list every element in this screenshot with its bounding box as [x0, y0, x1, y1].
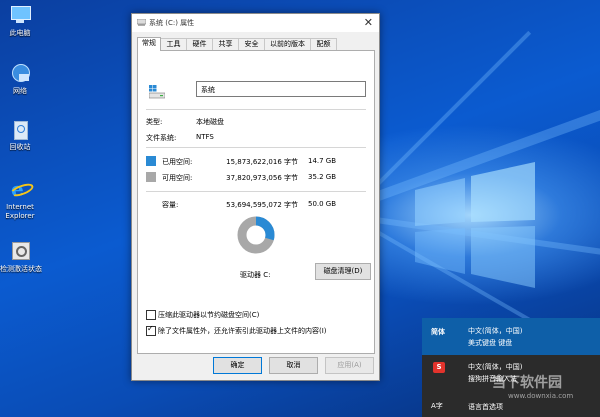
used-space-bytes: 15,873,622,016 字节 — [226, 158, 298, 166]
computer-icon — [9, 4, 31, 26]
capacity-bytes: 53,694,595,072 字节 — [226, 201, 298, 209]
divider — [146, 147, 366, 148]
desktop-icon-this-pc[interactable]: 此电脑 — [0, 4, 40, 38]
divider — [146, 109, 366, 110]
free-space-swatch — [146, 172, 156, 182]
tab-quota[interactable]: 配额 — [310, 38, 337, 50]
drive-icon — [137, 19, 146, 26]
cancel-button[interactable]: 取消 — [269, 357, 318, 374]
used-space-swatch — [146, 156, 156, 166]
windows-drive-icon — [149, 85, 165, 99]
tab-general[interactable]: 常规 — [137, 37, 161, 51]
desktop-icon-ie[interactable]: e Internet Explorer — [0, 178, 40, 221]
tab-security[interactable]: 安全 — [238, 38, 265, 50]
title-bar[interactable]: 系统 (C:) 属性 ✕ — [132, 14, 379, 32]
type-label: 类型: — [146, 118, 163, 126]
tab-previous-versions[interactable]: 以前的版本 — [264, 38, 311, 50]
input-method-popup: 简体 中文(简体，中国) 美式键盘 键盘 S 中文(简体，中国) 搜狗拼音输入法… — [422, 318, 600, 417]
disk-usage-donut — [237, 216, 275, 254]
index-label: 除了文件属性外，还允许索引此驱动器上文件的内容(I) — [158, 327, 327, 335]
windows-logo — [415, 162, 535, 288]
checkmark-icon: ✓ — [147, 324, 154, 333]
free-space-bytes: 37,820,973,056 字节 — [226, 174, 298, 182]
tab-tools[interactable]: 工具 — [160, 38, 187, 50]
free-space-label: 可用空间: — [162, 174, 193, 182]
close-icon[interactable]: ✕ — [364, 16, 373, 29]
network-icon — [9, 62, 31, 84]
tab-hardware[interactable]: 硬件 — [186, 38, 213, 50]
sogou-icon: S — [433, 362, 445, 373]
desktop-icon-recycle-bin[interactable]: 回收站 — [0, 118, 40, 152]
watermark: 当下软件园 www.downxia.com — [492, 375, 574, 400]
drive-name-input[interactable]: 系统 — [196, 81, 366, 97]
disk-cleanup-button[interactable]: 磁盘清理(D) — [315, 263, 371, 280]
capacity-size: 50.0 GB — [308, 200, 337, 208]
filesystem-value: NTFS — [196, 133, 214, 141]
activation-icon — [9, 240, 31, 262]
used-space-label: 已用空间: — [162, 158, 193, 166]
recycle-bin-icon — [9, 118, 31, 140]
tab-sharing[interactable]: 共享 — [212, 38, 239, 50]
desktop-icon-network[interactable]: 网络 — [0, 62, 40, 96]
drive-properties-window: 系统 (C:) 属性 ✕ 常规 工具 硬件 共享 安全 以前的版本 配额 系统 … — [131, 13, 380, 381]
index-checkbox[interactable]: ✓ — [146, 324, 156, 336]
used-space-size: 14.7 GB — [308, 157, 337, 165]
general-tab-panel: 系统 类型: 本地磁盘 文件系统: NTFS 已用空间: 15,873,622,… — [137, 50, 375, 354]
desktop-icon-activation[interactable]: 检测激活状态 — [0, 240, 42, 274]
ime-item-us-keyboard[interactable]: 简体 中文(简体，中国) 美式键盘 键盘 — [422, 318, 600, 355]
divider — [146, 191, 366, 192]
type-value: 本地磁盘 — [196, 118, 224, 126]
free-space-size: 35.2 GB — [308, 173, 337, 181]
drive-letter-label: 驱动器 C: — [240, 271, 271, 279]
ok-button[interactable]: 确定 — [213, 357, 262, 374]
apply-button[interactable]: 应用(A) — [325, 357, 374, 374]
filesystem-label: 文件系统: — [146, 134, 177, 142]
ie-icon: e — [9, 178, 35, 200]
language-icon: A字 — [431, 402, 443, 410]
compress-checkbox[interactable] — [146, 310, 156, 320]
window-title: 系统 (C:) 属性 — [149, 19, 195, 27]
compress-label: 压缩此驱动器以节约磁盘空间(C) — [158, 311, 260, 319]
capacity-label: 容量: — [162, 201, 179, 209]
